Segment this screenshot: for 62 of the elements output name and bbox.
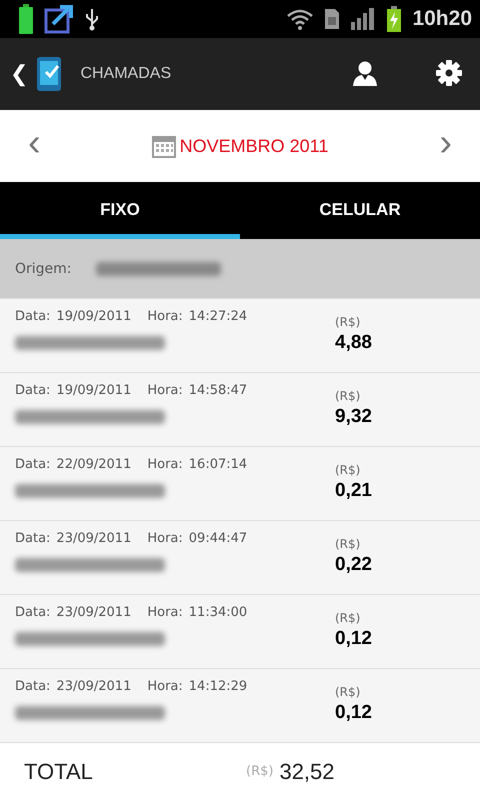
currency-label: (R$) <box>335 685 362 699</box>
date-label: Data: <box>15 679 50 694</box>
time-label: Hora: <box>147 679 183 694</box>
next-month-button[interactable]: › <box>429 124 462 168</box>
call-row[interactable]: Data: 19/09/2011 Hora: 14:58:47 (R$) 9,32 <box>0 373 480 447</box>
call-row[interactable]: Data: 22/09/2011 Hora: 16:07:14 (R$) 0,21 <box>0 447 480 521</box>
time-label: Hora: <box>147 309 183 324</box>
call-amount: 0,22 <box>335 554 372 576</box>
call-time: 14:27:24 <box>188 309 248 324</box>
call-date: 23/09/2011 <box>56 605 132 620</box>
date-label: Data: <box>15 531 50 546</box>
call-time: 09:44:47 <box>188 531 248 546</box>
charging-battery-icon <box>386 6 402 32</box>
person-icon <box>352 60 378 86</box>
call-time: 14:12:29 <box>188 679 248 694</box>
currency-label: (R$) <box>335 389 362 403</box>
month-label: NOVEMBRO 2011 <box>180 136 328 156</box>
clock: 10h20 <box>412 7 472 31</box>
time-label: Hora: <box>147 531 183 546</box>
call-time: 14:58:47 <box>188 383 248 398</box>
call-date: 22/09/2011 <box>56 457 132 472</box>
call-row[interactable]: Data: 19/09/2011 Hora: 14:27:24 (R$) 4,88 <box>0 299 480 373</box>
screen-title: CHAMADAS <box>80 65 172 83</box>
wifi-icon <box>286 8 314 30</box>
call-amount: 0,12 <box>335 702 372 724</box>
settings-icon <box>436 60 462 86</box>
call-amount: 4,88 <box>335 332 372 354</box>
currency-label: (R$) <box>335 611 362 625</box>
date-label: Data: <box>15 383 50 398</box>
total-amount: 32,52 <box>279 758 335 784</box>
call-time: 11:34:00 <box>188 605 248 620</box>
back-button[interactable]: ❮ <box>10 62 28 86</box>
phone-checklist-icon <box>36 56 62 92</box>
call-amount: 9,32 <box>335 406 372 428</box>
call-date: 19/09/2011 <box>56 383 132 398</box>
call-date: 23/09/2011 <box>56 679 132 694</box>
currency-label: (R$) <box>335 463 362 477</box>
external-link-icon <box>44 4 74 34</box>
date-label: Data: <box>15 309 50 324</box>
call-row[interactable]: Data: 23/09/2011 Hora: 11:34:00 (R$) 0,12 <box>0 595 480 669</box>
signal-icon <box>350 8 376 30</box>
time-label: Hora: <box>147 605 183 620</box>
time-label: Hora: <box>147 457 183 472</box>
currency-label: (R$) <box>335 315 362 329</box>
call-date: 23/09/2011 <box>56 531 132 546</box>
total-label: TOTAL <box>24 758 94 784</box>
call-row[interactable]: Data: 23/09/2011 Hora: 09:44:47 (R$) 0,22 <box>0 521 480 595</box>
currency-label: (R$) <box>246 764 274 779</box>
sim-card-icon <box>324 8 340 30</box>
time-label: Hora: <box>147 383 183 398</box>
call-date: 19/09/2011 <box>56 309 132 324</box>
calendar-icon <box>152 134 176 158</box>
usb-icon <box>84 7 100 31</box>
call-amount: 0,12 <box>335 628 372 650</box>
date-label: Data: <box>15 457 50 472</box>
currency-label: (R$) <box>335 537 362 551</box>
previous-month-button[interactable]: ‹ <box>18 124 51 168</box>
origin-label: Origem: <box>15 260 72 276</box>
date-label: Data: <box>15 605 50 620</box>
battery-icon <box>18 4 34 34</box>
call-time: 16:07:14 <box>188 457 248 472</box>
call-amount: 0,21 <box>335 480 372 502</box>
